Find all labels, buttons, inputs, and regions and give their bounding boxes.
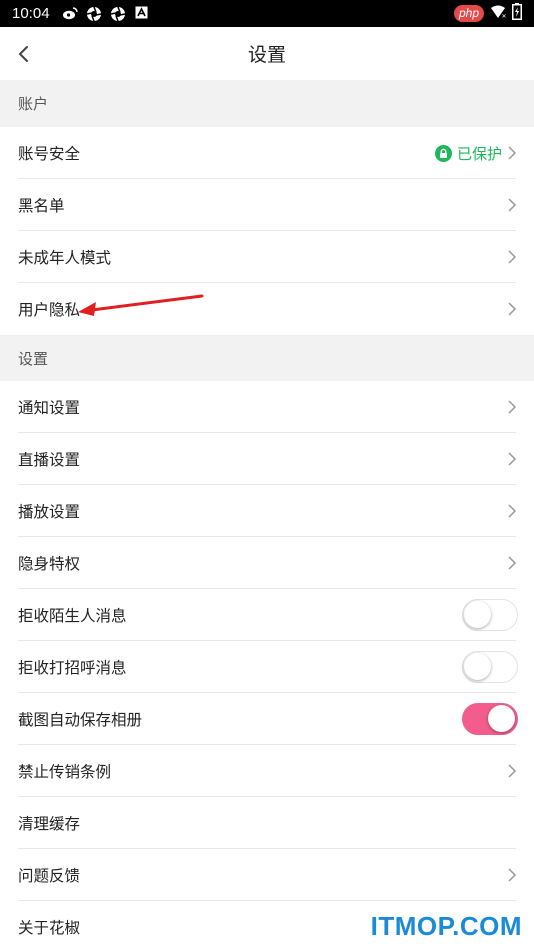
row-feedback[interactable]: 问题反馈 (0, 849, 534, 901)
row-label: 禁止传销条例 (18, 763, 112, 781)
row-label: 拒收打招呼消息 (18, 659, 127, 677)
row-label: 播放设置 (18, 503, 81, 521)
chevron-right-icon (508, 868, 517, 882)
chevron-right-icon (508, 452, 517, 466)
row-notification-settings[interactable]: 通知设置 (0, 381, 534, 433)
aperture-icon (86, 6, 102, 22)
row-label: 账号安全 (18, 145, 81, 163)
row-label: 通知设置 (18, 399, 81, 417)
chevron-right-icon (508, 764, 517, 778)
section-header-settings: 设置 (0, 335, 534, 381)
row-reject-greeting-messages: 拒收打招呼消息 (0, 641, 534, 693)
chevron-left-icon (19, 46, 28, 62)
row-label: 黑名单 (18, 197, 65, 215)
reject-greeting-messages-toggle[interactable] (462, 651, 518, 683)
row-playback-settings[interactable]: 播放设置 (0, 485, 534, 537)
chevron-right-icon (508, 556, 517, 570)
protection-status-text: 已保护 (456, 144, 502, 163)
row-blacklist[interactable]: 黑名单 (0, 179, 534, 231)
row-invisible-privilege[interactable]: 隐身特权 (0, 537, 534, 589)
notification-a-icon (134, 6, 150, 22)
row-live-settings[interactable]: 直播设置 (0, 433, 534, 485)
status-right-group: php ✕ (453, 3, 522, 24)
php-badge: php (453, 5, 484, 22)
row-user-privacy[interactable]: 用户隐私 (0, 283, 534, 335)
watermark: ITMOP.COM (370, 911, 522, 941)
weibo-icon (62, 6, 78, 22)
row-label: 用户隐私 (18, 301, 81, 319)
back-button[interactable] (14, 41, 36, 67)
reject-stranger-messages-toggle[interactable] (462, 599, 518, 631)
chevron-right-icon (508, 146, 517, 160)
status-bar: 10:04 php ✕ (0, 0, 534, 27)
row-auto-save-screenshot: 截图自动保存相册 (0, 693, 534, 745)
battery-icon (512, 3, 522, 24)
row-label: 截图自动保存相册 (18, 711, 143, 729)
aperture-icon (110, 6, 126, 22)
row-label: 拒收陌生人消息 (18, 607, 127, 625)
row-label: 清理缓存 (18, 815, 81, 833)
row-label: 问题反馈 (18, 867, 81, 885)
chevron-right-icon (508, 250, 517, 264)
lock-icon (434, 144, 452, 162)
row-minor-mode[interactable]: 未成年人模式 (0, 231, 534, 283)
section-header-account: 账户 (0, 80, 534, 127)
toggle-knob (464, 601, 491, 628)
chevron-right-icon (508, 504, 517, 518)
row-account-security[interactable]: 账号安全 已保护 (0, 127, 534, 179)
chevron-right-icon (508, 302, 517, 316)
svg-text:✕: ✕ (502, 14, 507, 19)
protection-status: 已保护 (434, 143, 502, 164)
auto-save-screenshot-toggle[interactable] (462, 703, 518, 735)
wifi-icon: ✕ (490, 5, 507, 23)
toggle-knob (488, 705, 515, 732)
chevron-right-icon (508, 400, 517, 414)
page-title: 设置 (247, 44, 286, 66)
status-time: 10:04 (12, 5, 50, 22)
row-label: 直播设置 (18, 451, 81, 469)
navigation-bar: 设置 (0, 27, 534, 80)
row-anti-pyramid-rules[interactable]: 禁止传销条例 (0, 745, 534, 797)
row-clear-cache[interactable]: 清理缓存 (0, 797, 534, 849)
row-label: 未成年人模式 (18, 249, 112, 267)
row-label: 隐身特权 (18, 555, 81, 573)
toggle-knob (464, 653, 491, 680)
row-reject-stranger-messages: 拒收陌生人消息 (0, 589, 534, 641)
chevron-right-icon (508, 198, 517, 212)
